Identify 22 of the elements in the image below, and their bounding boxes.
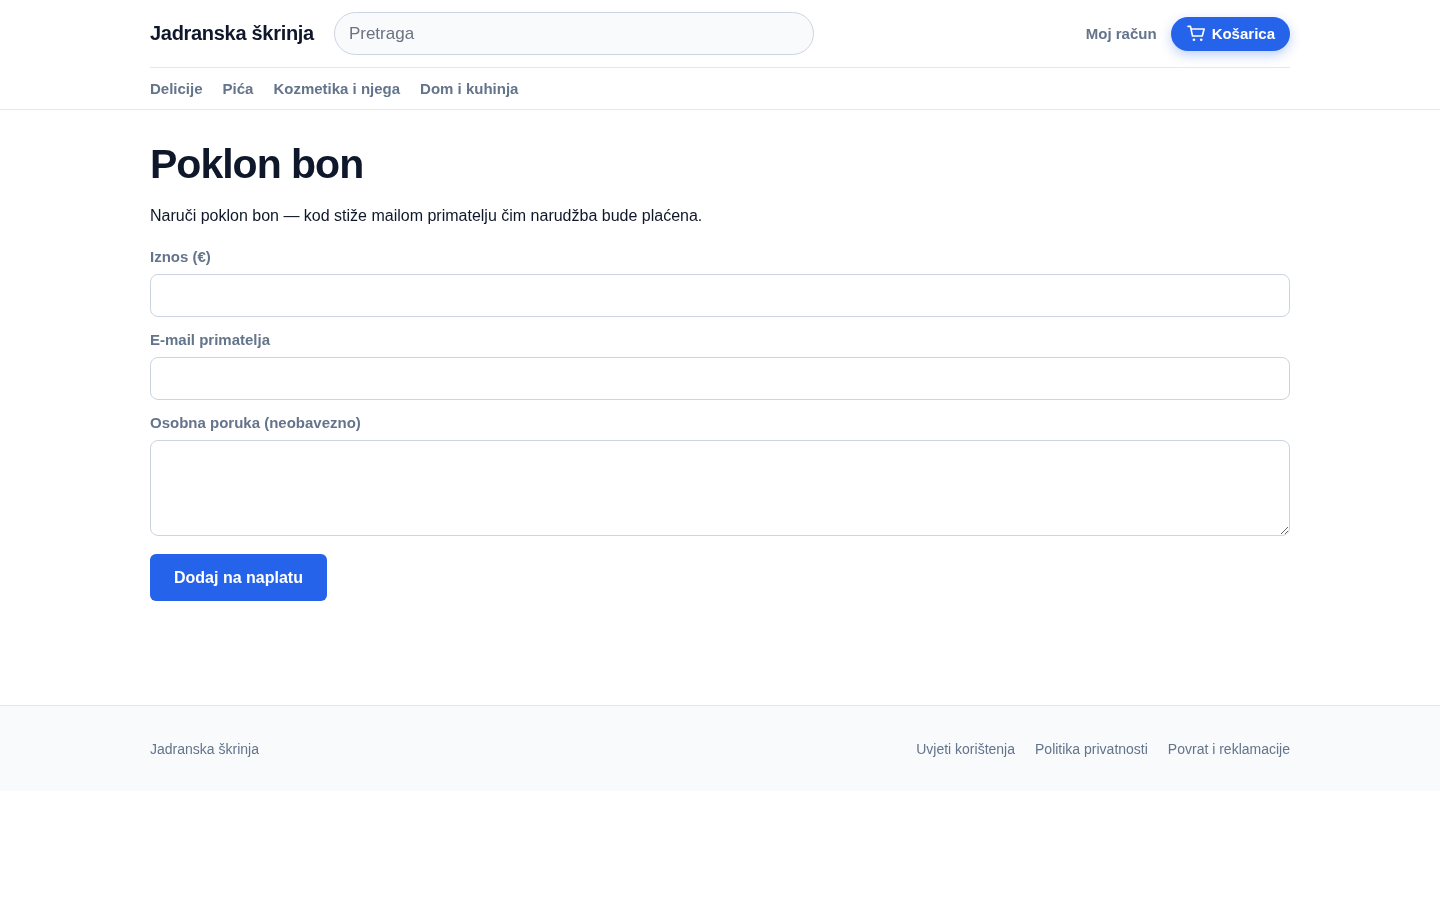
nav-link[interactable]: Pića (222, 80, 254, 97)
field-label: Iznos (€) (150, 247, 212, 267)
search-field[interactable]: Pretraga (333, 12, 814, 55)
nav-link[interactable]: Dom i kuhinja (420, 80, 519, 97)
checkout-button[interactable]: Dodaj na naplatu (150, 554, 327, 601)
nav-link[interactable]: Kozmetika i njega (273, 80, 401, 97)
intro-text: Naruči poklon bon — kod stiže mailom primatelju čim narudžba bude plaćena. (150, 206, 704, 226)
cart-icon (1186, 25, 1206, 42)
site-logo[interactable]: Jadranska škrinja (150, 22, 314, 45)
account-link[interactable]: Moj račun (1085, 25, 1157, 42)
footer-brand: Jadranska škrinja (150, 740, 259, 757)
field-label: Osobna poruka (neobavezno) (150, 413, 362, 433)
input-field[interactable] (150, 357, 1290, 400)
footer-link[interactable]: Povrat i reklamacije (1167, 740, 1290, 757)
page-title: Poklon bon (150, 140, 365, 188)
field-label: E-mail primatelja (150, 330, 272, 350)
footer-link[interactable]: Politika privatnosti (1035, 740, 1148, 757)
message-field[interactable] (150, 440, 1290, 536)
nav-link[interactable]: Delicije (150, 80, 203, 97)
cart-button[interactable]: Košarica (1170, 16, 1290, 51)
input-field[interactable] (150, 274, 1290, 317)
footer-link[interactable]: Uvjeti korištenja (916, 740, 1015, 757)
